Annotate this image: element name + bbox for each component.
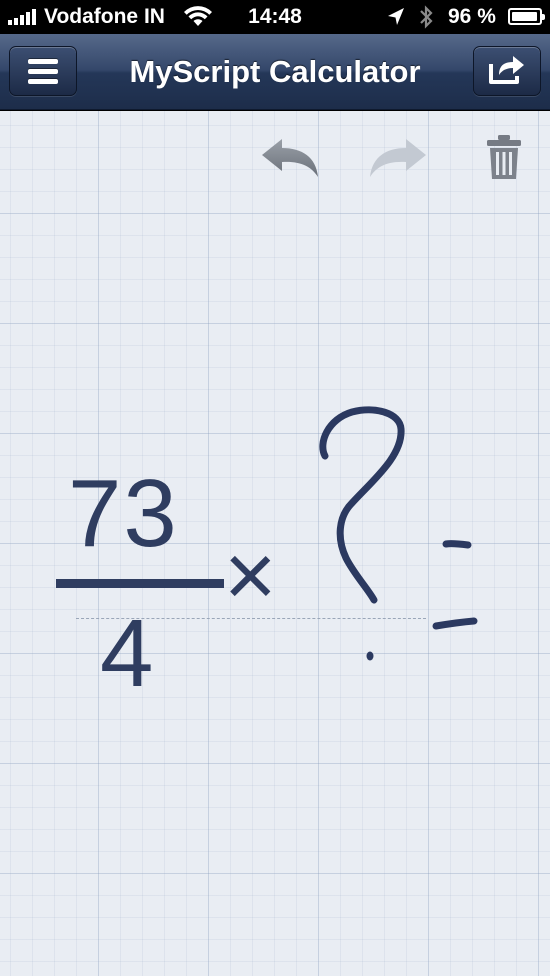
share-export-icon (487, 52, 527, 91)
bluetooth-icon (418, 4, 434, 36)
handwritten-question-dot (366, 651, 374, 661)
hamburger-menu-icon (28, 58, 58, 84)
writing-canvas[interactable]: 73 4 × (0, 111, 550, 976)
menu-button[interactable] (9, 46, 77, 96)
handwritten-equals-bottom (432, 617, 478, 630)
location-arrow-icon (386, 6, 406, 34)
handwritten-ink (319, 406, 478, 661)
handwritten-question-mark (319, 406, 405, 604)
handwritten-equals-top (442, 540, 472, 549)
battery-percentage: 96 % (448, 5, 496, 28)
status-bar: Vodafone IN 14:48 96 % (0, 0, 550, 34)
app-title: MyScript Calculator (129, 54, 421, 89)
navigation-bar: MyScript Calculator (0, 34, 550, 110)
battery-icon (508, 8, 545, 25)
share-button[interactable] (473, 46, 541, 96)
